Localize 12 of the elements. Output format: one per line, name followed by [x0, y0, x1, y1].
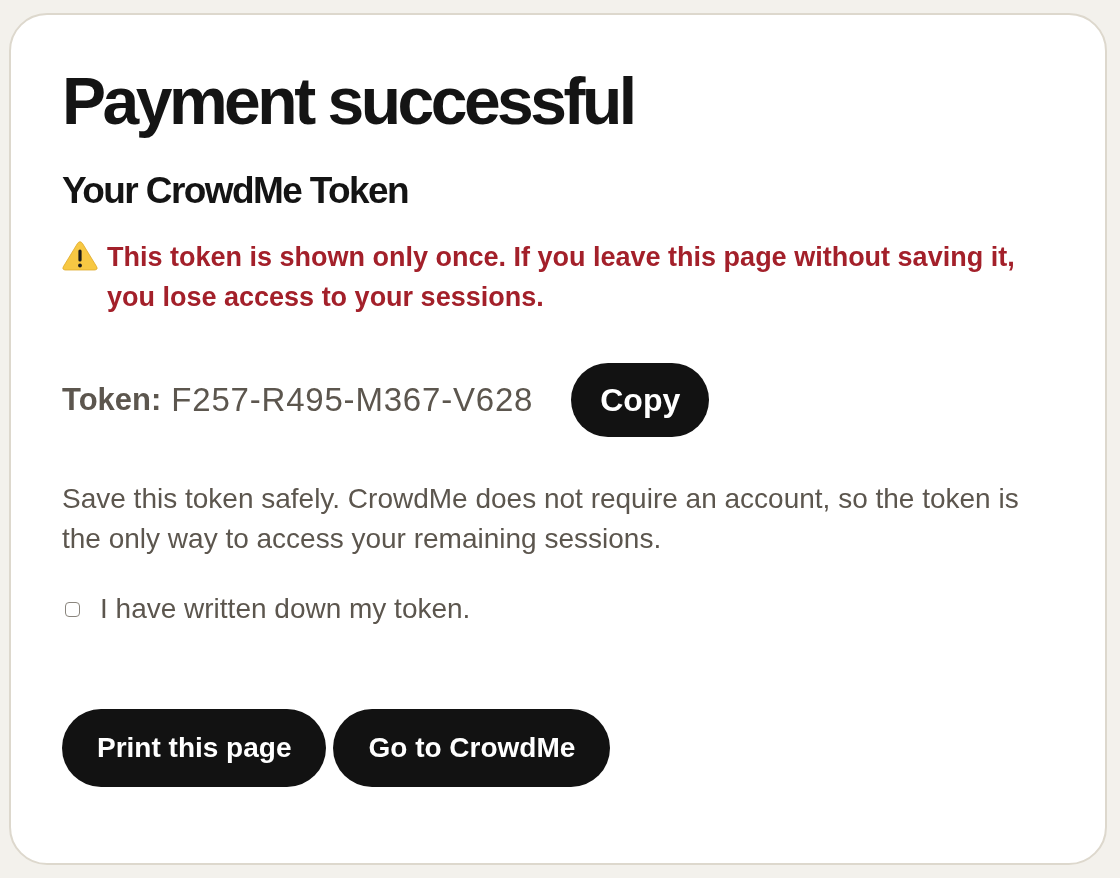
print-button[interactable]: Print this page [62, 709, 327, 787]
warning-icon [62, 241, 98, 271]
go-to-site-button[interactable]: Go to CrowdMe [333, 709, 611, 787]
checkbox[interactable] [65, 601, 80, 617]
token-value: F257-R495-M367-V628 [171, 381, 534, 419]
page-title: Payment successful [62, 65, 634, 137]
warning-message: This token is shown only once. If you leave this page without saving it, you lose access to your sessions. [107, 241, 1016, 314]
checkbox-label[interactable]: I have written down my token. [100, 593, 471, 625]
info-paragraph: Save this token safely. CrowdMe does not require an account, so the token is the only way to access your remaining sessions. [62, 482, 1020, 556]
section-heading: Your CrowdMe Token [62, 169, 408, 213]
copy-button[interactable]: Copy [571, 363, 710, 437]
token-label: Token: [62, 382, 162, 418]
